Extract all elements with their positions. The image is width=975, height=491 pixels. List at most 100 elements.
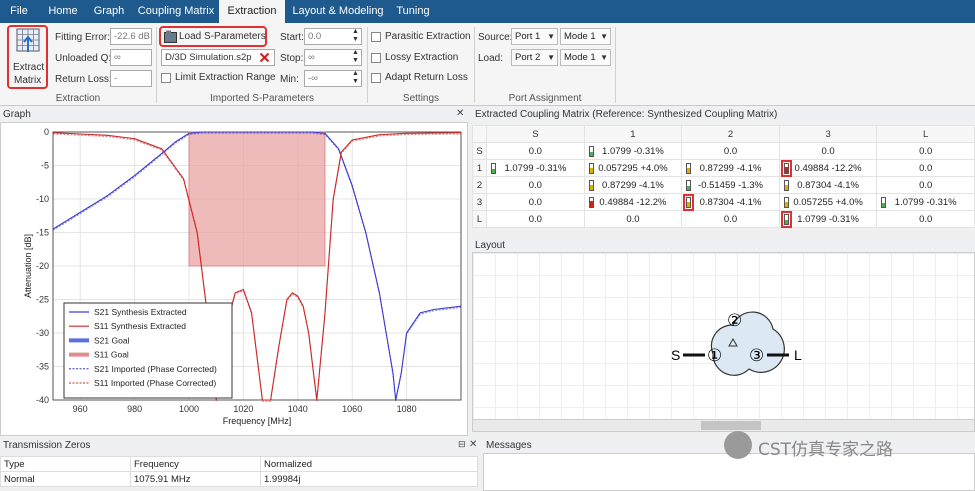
matrix-col-header: L	[876, 125, 975, 143]
coupling-topology-diagram: S L ① ② ③	[671, 311, 802, 376]
spinner-icon[interactable]: ▲ ▼	[352, 70, 359, 86]
matrix-cell[interactable]: 0.87299 -4.1%	[583, 176, 683, 194]
scrollbar-thumb[interactable]	[701, 421, 761, 430]
matrix-cell[interactable]: 0.0	[778, 142, 878, 160]
unloaded-q-field[interactable]: ∞	[110, 49, 152, 66]
chevron-down-icon: ▼	[600, 53, 608, 62]
tab-tuning[interactable]: Tuning	[390, 0, 436, 23]
matrix-cell[interactable]: 0.057255 +4.0%	[778, 193, 878, 211]
matrix-cell[interactable]: 0.49884 -12.2%	[583, 193, 683, 211]
table-row[interactable]: Normal 1075.91 MHz 1.99984j	[0, 471, 478, 487]
tz-col-header: Normalized	[260, 456, 478, 472]
stop-label: Stop:	[280, 53, 304, 64]
matrix-cell[interactable]: 1.0799 -0.31%	[778, 210, 878, 228]
tab-home[interactable]: Home	[40, 0, 86, 23]
matrix-cell[interactable]: 1.0799 -0.31%	[583, 142, 683, 160]
matrix-row-header: 2	[471, 176, 488, 194]
limit-range-label: Limit Extraction Range	[175, 72, 276, 83]
horizontal-scrollbar[interactable]	[473, 419, 974, 431]
wechat-logo-icon	[724, 431, 752, 459]
coupling-matrix-table: S 1 2 3 L S 0.0 1.0799 -0.31% 0.0 0.0 0.…	[471, 125, 975, 228]
load-port-select[interactable]: Port 2 ▼	[511, 49, 558, 66]
close-icon[interactable]: ✕	[469, 439, 477, 450]
matrix-cell-value: 1.0799 -0.31%	[894, 196, 957, 208]
legend-entry: S21 Goal	[94, 335, 130, 345]
tab-layout-modeling[interactable]: Layout & Modeling	[290, 0, 386, 23]
messages-panel	[483, 453, 975, 491]
tab-extraction[interactable]: Extraction	[219, 0, 285, 23]
resonator-outline	[710, 311, 785, 376]
parasitic-checkbox[interactable]	[371, 32, 381, 42]
lossy-label: Lossy Extraction	[385, 52, 459, 63]
matrix-cell-value: 0.87304 -4.1%	[797, 179, 859, 191]
matrix-cell[interactable]: -0.51459 -1.3%	[681, 176, 780, 194]
x-tick-label: 1040	[288, 404, 308, 414]
matrix-cell[interactable]: 0.0	[876, 176, 975, 194]
matrix-cell[interactable]: 1.0799 -0.31%	[876, 193, 975, 211]
matrix-cell[interactable]: 0.0	[681, 210, 780, 228]
separator	[615, 27, 616, 103]
matrix-cell[interactable]: 0.87304 -4.1%	[681, 193, 780, 211]
fitting-error-field[interactable]: -22.6 dB	[110, 28, 152, 45]
source-mode-select[interactable]: Mode 1 ▼	[560, 28, 611, 45]
matrix-cell[interactable]: 0.87304 -4.1%	[778, 176, 878, 194]
min-label: Min:	[280, 74, 299, 85]
x-tick-label: 1000	[179, 404, 199, 414]
matrix-col-header: 1	[583, 125, 683, 143]
matrix-cell-value: 0.057255 +4.0%	[793, 196, 863, 208]
matrix-cell[interactable]: 0.49884 -12.2%	[778, 159, 878, 177]
matrix-row-header: S	[471, 142, 488, 160]
matrix-cell[interactable]: 0.057295 +4.0%	[583, 159, 683, 177]
layout-canvas[interactable]: S L ① ② ③	[472, 252, 975, 432]
deviation-indicator-icon	[491, 163, 497, 174]
matrix-cell-value: 0.057295 +4.0%	[598, 162, 668, 174]
matrix-cell-value: 0.87299 -4.1%	[699, 162, 762, 174]
matrix-cell[interactable]: 0.0	[486, 193, 585, 211]
legend-entry: S11 Synthesis Extracted	[94, 321, 186, 331]
ribbon: Extract Matrix Fitting Error: -22.6 dB U…	[0, 23, 975, 106]
adapt-rl-checkbox[interactable]	[371, 73, 381, 83]
tz-cell: 1075.91 MHz	[130, 471, 261, 487]
matrix-cell[interactable]: 0.0	[876, 142, 975, 160]
tab-file[interactable]: File	[0, 0, 38, 23]
matrix-cell[interactable]: 0.87299 -4.1%	[681, 159, 780, 177]
return-loss-field[interactable]: -	[110, 70, 152, 87]
load-mode-select[interactable]: Mode 1 ▼	[560, 49, 611, 66]
resonator-3-label[interactable]: ③	[749, 346, 764, 366]
file-name-field[interactable]: D/3D Simulation.s2p	[161, 49, 275, 66]
settings-group-label: Settings	[402, 93, 440, 104]
matrix-cell[interactable]: 0.0	[876, 210, 975, 228]
matrix-cell-value: 0.87299 -4.1%	[602, 179, 664, 191]
limit-range-checkbox[interactable]	[161, 73, 171, 83]
lossy-checkbox[interactable]	[371, 53, 381, 63]
tab-coupling-matrix[interactable]: Coupling Matrix	[134, 0, 218, 23]
spinner-icon[interactable]: ▲ ▼	[352, 28, 359, 44]
highlight-box	[159, 26, 267, 47]
matrix-cell[interactable]: 0.0	[876, 159, 975, 177]
clear-icon[interactable]	[259, 52, 270, 63]
graph-chart[interactable]: 960 980 1000 1020 1040 1060 1080 0 -5 -10 -15 -20 -2…	[1, 123, 467, 435]
matrix-cell[interactable]: 0.0	[486, 142, 585, 160]
y-tick-label: 0	[44, 127, 49, 137]
deviation-indicator-icon	[588, 163, 594, 174]
pin-icon[interactable]: ⊟	[458, 439, 466, 450]
tab-graph[interactable]: Graph	[88, 0, 130, 23]
matrix-cell[interactable]: 0.0	[486, 210, 585, 228]
matrix-cell[interactable]: 0.0	[486, 176, 585, 194]
resonator-1-label[interactable]: ①	[707, 346, 722, 366]
matrix-cell[interactable]: 1.0799 -0.31%	[486, 159, 585, 177]
load-label: Load:	[478, 53, 504, 64]
legend-entry: S21 Synthesis Extracted	[94, 307, 187, 317]
spinner-icon[interactable]: ▲ ▼	[352, 49, 359, 65]
close-icon[interactable]: ✕	[456, 108, 464, 119]
matrix-header-row: S 1 2 3 L	[471, 125, 975, 143]
load-node-label: L	[794, 347, 802, 363]
matrix-row: S 0.0 1.0799 -0.31% 0.0 0.0 0.0	[471, 142, 975, 160]
source-port-select[interactable]: Port 1 ▼	[511, 28, 558, 45]
x-tick-label: 960	[73, 404, 88, 414]
s11-goal-region	[188, 131, 326, 267]
matrix-cell[interactable]: 0.0	[681, 142, 780, 160]
matrix-cell[interactable]: 0.0	[583, 210, 683, 228]
return-loss-label: Return Loss:	[55, 74, 112, 85]
resonator-2-label[interactable]: ②	[727, 311, 742, 331]
